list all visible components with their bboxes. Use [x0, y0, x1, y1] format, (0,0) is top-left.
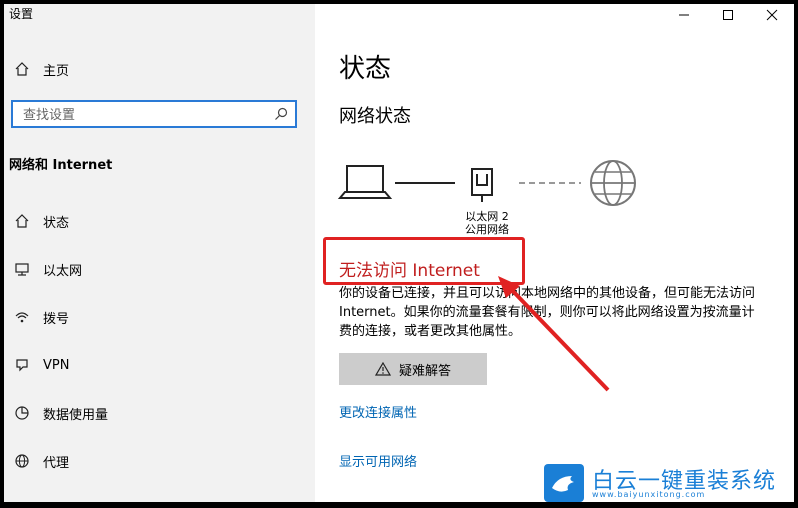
settings-window: 设置 主页 网络和 Internet 状态 以太网 [4, 4, 794, 502]
annotation-arrow [498, 276, 610, 392]
brand-url: www.baiyunxitong.com [592, 490, 706, 499]
